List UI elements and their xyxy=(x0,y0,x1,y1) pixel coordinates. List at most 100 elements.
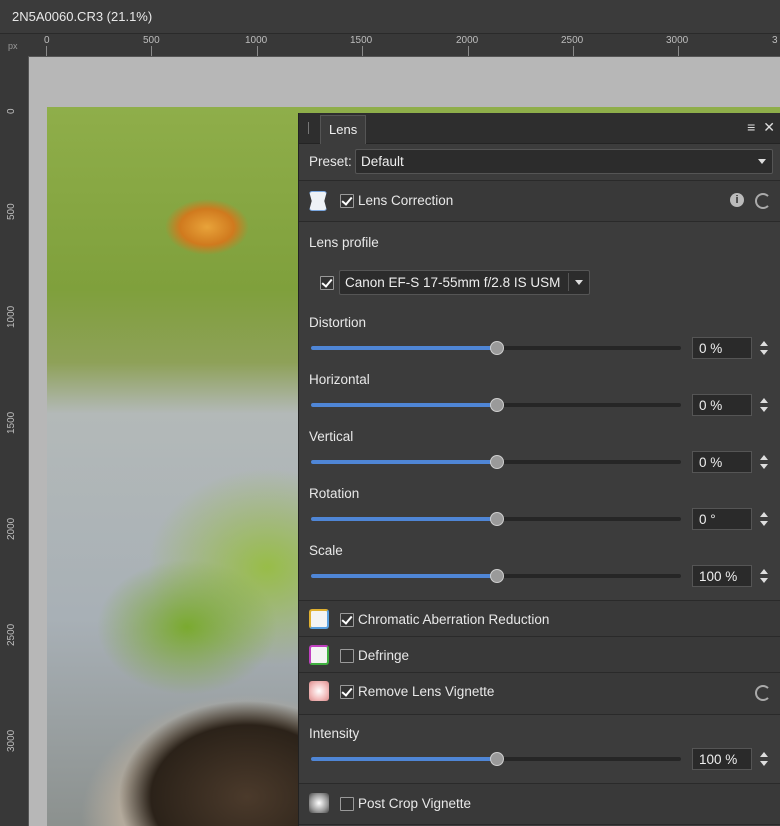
slider-fill xyxy=(311,346,496,350)
ruler-top[interactable]: 0 500 1000 1500 2000 2500 3000 3 xyxy=(28,34,780,57)
section-lens-correction[interactable]: Lens Correction i xyxy=(299,180,780,222)
slider-handle[interactable] xyxy=(490,569,504,583)
ruler-label: 1500 xyxy=(350,35,373,46)
panel-grip-icon[interactable] xyxy=(308,122,309,134)
rotation-value-field[interactable]: 0 ° xyxy=(692,508,752,530)
lens-profile-label: Lens profile xyxy=(309,235,379,250)
ruler-label: 0 xyxy=(6,108,17,114)
ruler-tick xyxy=(151,46,152,56)
slider-label: Horizontal xyxy=(309,372,370,387)
vignette-icon xyxy=(309,681,329,701)
preset-label: Preset: xyxy=(309,154,352,169)
slider-handle[interactable] xyxy=(490,398,504,412)
vertical-slider[interactable] xyxy=(311,455,681,469)
info-icon[interactable]: i xyxy=(730,193,744,207)
chromatic-aberration-label: Chromatic Aberration Reduction xyxy=(358,612,550,627)
post-crop-vignette-checkbox[interactable] xyxy=(340,797,354,811)
horizontal-stepper[interactable] xyxy=(757,394,771,416)
ruler-tick xyxy=(46,46,47,56)
ruler-label: 500 xyxy=(143,35,160,46)
lens-correction-label: Lens Correction xyxy=(358,193,454,208)
horizontal-slider[interactable] xyxy=(311,398,681,412)
slider-label: Rotation xyxy=(309,486,360,501)
ruler-left[interactable]: 0 500 1000 1500 2000 2500 3000 xyxy=(0,56,29,826)
rotation-stepper[interactable] xyxy=(757,508,771,530)
section-remove-lens-vignette[interactable]: Remove Lens Vignette xyxy=(299,672,780,715)
post-crop-vignette-label: Post Crop Vignette xyxy=(358,796,472,811)
defringe-checkbox[interactable] xyxy=(340,649,354,663)
menu-icon[interactable]: ≡ xyxy=(747,119,755,135)
close-icon[interactable]: ✕ xyxy=(763,119,775,135)
distortion-stepper[interactable] xyxy=(757,337,771,359)
ruler-label: 1000 xyxy=(6,305,17,328)
chevron-down-icon xyxy=(575,279,583,285)
window-title: 2N5A0060.CR3 (21.1%) xyxy=(12,9,153,24)
ruler-label: 1500 xyxy=(6,411,17,434)
ruler-tick xyxy=(573,46,574,56)
ruler-tick xyxy=(678,46,679,56)
chromatic-aberration-checkbox[interactable] xyxy=(340,613,354,627)
defringe-icon xyxy=(309,645,329,665)
ruler-label: 500 xyxy=(6,203,17,220)
ruler-label: 3 xyxy=(772,35,778,46)
ruler-label: 2500 xyxy=(6,623,17,646)
slider-fill xyxy=(311,460,496,464)
reset-icon[interactable] xyxy=(755,193,771,209)
vertical-value-field[interactable]: 0 % xyxy=(692,451,752,473)
ruler-label: 2000 xyxy=(6,517,17,540)
lens-profile-value: Canon EF-S 17-55mm f/2.8 IS USM xyxy=(345,275,561,290)
intensity-label: Intensity xyxy=(309,726,360,741)
section-post-crop-vignette[interactable]: Post Crop Vignette xyxy=(299,783,780,825)
vertical-stepper[interactable] xyxy=(757,451,771,473)
slider-label: Distortion xyxy=(309,315,367,330)
slider-fill xyxy=(311,757,496,761)
lens-profile-select[interactable]: Canon EF-S 17-55mm f/2.8 IS USM xyxy=(339,270,590,295)
ruler-unit: px xyxy=(8,41,18,51)
remove-lens-vignette-label: Remove Lens Vignette xyxy=(358,684,495,699)
slider-handle[interactable] xyxy=(490,341,504,355)
chevron-down-icon xyxy=(758,158,766,164)
slider-fill xyxy=(311,403,496,407)
section-chromatic-aberration[interactable]: Chromatic Aberration Reduction xyxy=(299,600,780,637)
preset-select[interactable]: Default xyxy=(355,149,773,174)
slider-handle[interactable] xyxy=(490,752,504,766)
lens-panel: Lens ≡ ✕ Preset: Default Lens Correction … xyxy=(298,113,780,826)
slider-label: Scale xyxy=(309,543,343,558)
tab-lens[interactable]: Lens xyxy=(320,115,367,144)
slider-fill xyxy=(311,574,496,578)
horizontal-value-field[interactable]: 0 % xyxy=(692,394,752,416)
ruler-corner: px xyxy=(0,34,28,56)
rotation-slider[interactable] xyxy=(311,512,681,526)
panel-header: Lens ≡ ✕ xyxy=(299,113,780,144)
window-title-bar: 2N5A0060.CR3 (21.1%) xyxy=(0,0,780,34)
ruler-label: 2500 xyxy=(561,35,584,46)
slider-handle[interactable] xyxy=(490,455,504,469)
ruler-tick xyxy=(257,46,258,56)
distortion-value-field[interactable]: 0 % xyxy=(692,337,752,359)
lens-correction-icon xyxy=(309,191,327,211)
slider-handle[interactable] xyxy=(490,512,504,526)
preset-value: Default xyxy=(361,154,404,169)
ruler-label: 3000 xyxy=(666,35,689,46)
slider-label: Vertical xyxy=(309,429,354,444)
scale-stepper[interactable] xyxy=(757,565,771,587)
remove-lens-vignette-checkbox[interactable] xyxy=(340,685,354,699)
lens-profile-checkbox[interactable] xyxy=(320,276,334,290)
intensity-slider[interactable] xyxy=(311,752,681,766)
ruler-label: 0 xyxy=(44,35,50,46)
defringe-label: Defringe xyxy=(358,648,410,663)
ruler-label: 1000 xyxy=(245,35,268,46)
panel-header-icons: ≡ ✕ xyxy=(739,119,775,136)
scale-value-field[interactable]: 100 % xyxy=(692,565,752,587)
slider-fill xyxy=(311,517,496,521)
intensity-value-field[interactable]: 100 % xyxy=(692,748,752,770)
chromatic-aberration-icon xyxy=(309,609,329,629)
reset-icon[interactable] xyxy=(755,685,771,701)
ruler-tick xyxy=(468,46,469,56)
distortion-slider[interactable] xyxy=(311,341,681,355)
scale-slider[interactable] xyxy=(311,569,681,583)
intensity-stepper[interactable] xyxy=(757,748,771,770)
lens-correction-checkbox[interactable] xyxy=(340,194,354,208)
section-defringe[interactable]: Defringe xyxy=(299,636,780,673)
ruler-label: 3000 xyxy=(6,729,17,752)
